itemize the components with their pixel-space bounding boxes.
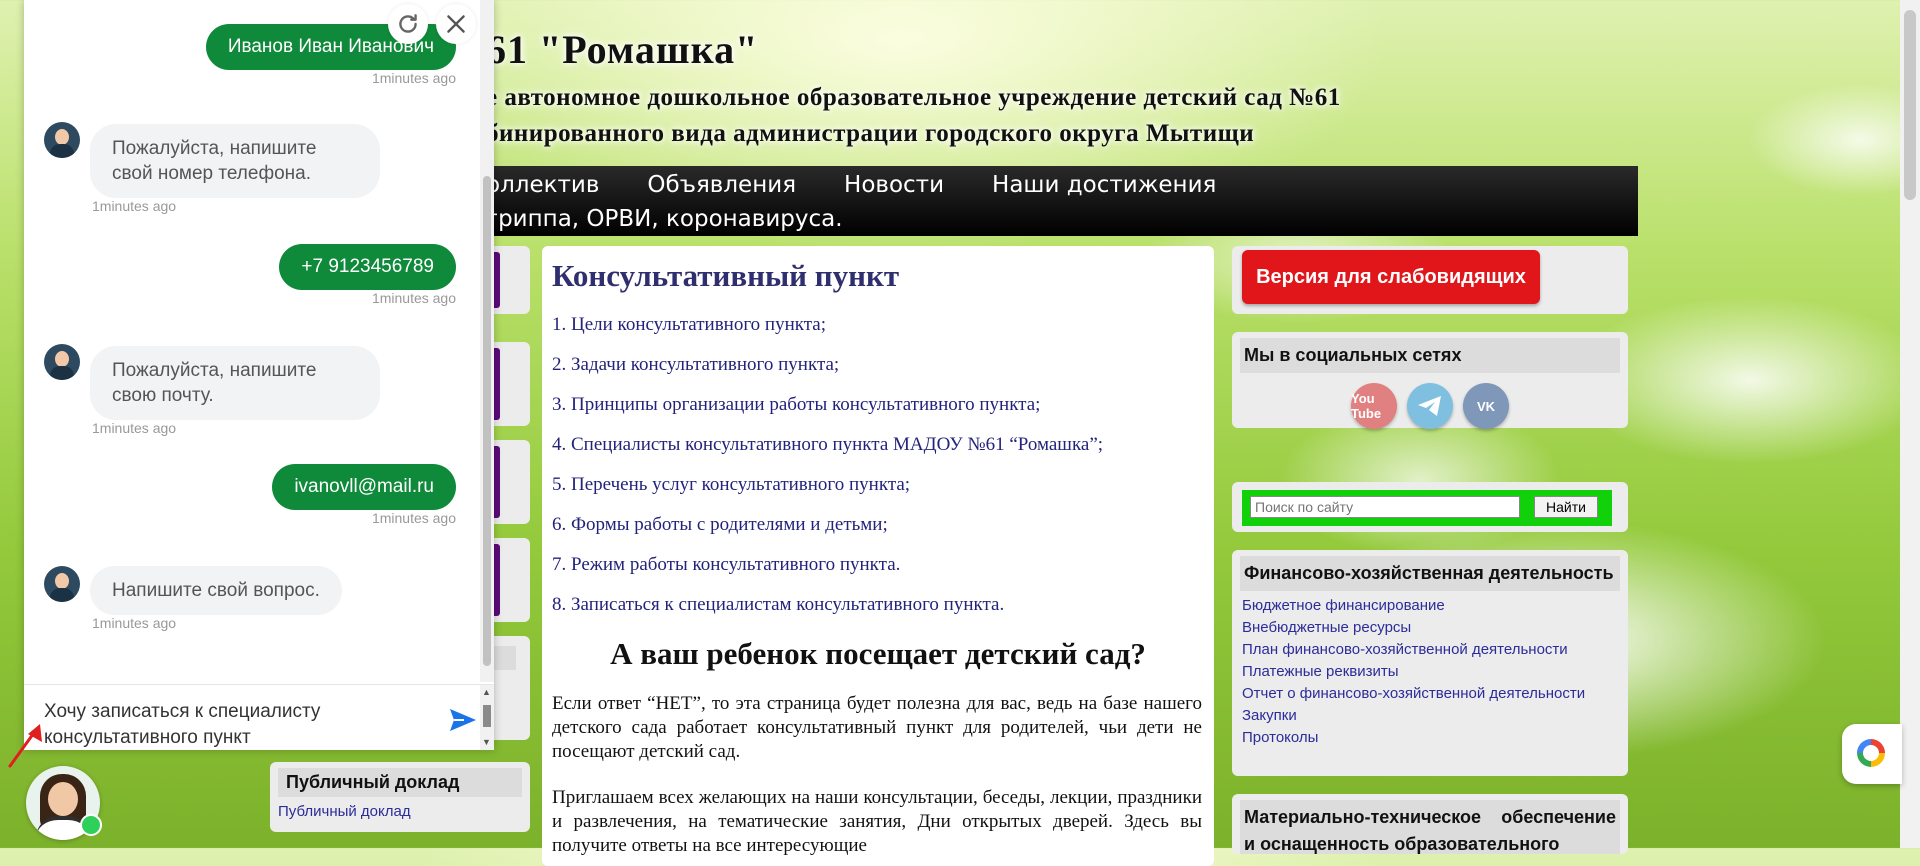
message-time: 1minutes ago [371, 70, 456, 86]
invite-paragraph: Приглашаем всех желающих на наши консуль… [552, 787, 1202, 856]
chat-scrollbar[interactable] [480, 0, 494, 682]
scroll-up-icon[interactable]: ▲ [482, 687, 491, 697]
site-subtitle-line1: е автономное дошкольное образовательное … [486, 84, 1341, 111]
finance-box: Финансово-хозяйственная деятельность Бюд… [1232, 550, 1628, 776]
vision-box: Версия для слабовидящих [1232, 246, 1628, 314]
chat-message: +7 9123456789 1minutes ago [279, 244, 456, 306]
chat-message: Пожалуйста, напишите свой номер телефона… [90, 124, 380, 214]
toc-item-specialists[interactable]: 4. Специалисты консультативного пункта М… [552, 434, 1103, 474]
toc-item-principles[interactable]: 3. Принципы организации работы консульта… [552, 394, 1103, 434]
nav-row: оллектив Объявления Новости Наши достиже… [486, 172, 1216, 198]
message-time: 1minutes ago [92, 420, 177, 436]
message-time: 1minutes ago [371, 290, 456, 306]
send-button[interactable] [448, 705, 478, 735]
composer-scrollbar-thumb[interactable] [483, 705, 491, 727]
section-subtitle: А ваш ребенок посещает детский сад? [610, 636, 1146, 671]
page-title: Консультативный пункт [552, 258, 900, 293]
main-nav: оллектив Объявления Новости Наши достиже… [486, 166, 1638, 236]
finance-link-report[interactable]: Отчет о финансово-хозяйственной деятельн… [1242, 685, 1628, 707]
site-search-input[interactable] [1250, 496, 1520, 518]
bot-avatar [44, 566, 80, 602]
site-subtitle: е автономное дошкольное образовательное … [486, 80, 1341, 152]
bot-avatar [44, 344, 80, 380]
chat-message-input[interactable]: Хочу записаться к специалисту консультат… [44, 699, 434, 750]
vk-icon[interactable]: VK [1463, 383, 1509, 429]
site-title: 61 "Ромашка" [486, 27, 759, 72]
toc-item-goals[interactable]: 1. Цели консультативного пункта; [552, 314, 1103, 354]
user-message-bubble: ivanovll@mail.ru [272, 464, 456, 510]
finance-link-extrabudget[interactable]: Внебюджетные ресурсы [1242, 619, 1628, 641]
search-box: Найти [1232, 482, 1628, 532]
public-report-header: Публичный доклад [278, 768, 522, 797]
finance-header: Финансово-хозяйственная деятельность [1240, 556, 1620, 591]
refresh-icon [399, 14, 417, 33]
toc-item-signup[interactable]: 8. Записаться к специалистам консультати… [552, 594, 1103, 634]
toc-item-services[interactable]: 5. Перечень услуг консультативного пункт… [552, 474, 1103, 514]
user-message-bubble: +7 9123456789 [279, 244, 456, 290]
telegram-icon[interactable] [1407, 383, 1453, 429]
chat-message: Пожалуйста, напишите свою почту. 1minute… [90, 346, 380, 436]
public-report-box: Публичный доклад Публичный доклад [270, 762, 530, 832]
message-time: 1minutes ago [92, 615, 177, 631]
chat-scrollbar-thumb[interactable] [483, 176, 491, 666]
bot-message-bubble: Пожалуйста, напишите свою почту. [90, 346, 380, 420]
finance-link-budget[interactable]: Бюджетное финансирование [1242, 597, 1628, 619]
composer-scrollbar[interactable]: ▲ ▼ [480, 685, 494, 750]
social-box: Мы в социальных сетях You Tube VK [1232, 332, 1628, 429]
chat-message: ivanovll@mail.ru 1minutes ago [272, 464, 456, 526]
social-icons: You Tube VK [1232, 373, 1628, 429]
online-status-icon [80, 814, 102, 836]
refresh-button[interactable] [388, 4, 428, 44]
toc-list: 1. Цели консультативного пункта; 2. Зада… [552, 314, 1103, 634]
assistant-badge[interactable] [1842, 724, 1902, 784]
nav-item-news[interactable]: Новости [844, 172, 944, 198]
page-scrollbar[interactable] [1900, 0, 1920, 848]
chat-message: Напишите свой вопрос. 1minutes ago [90, 566, 342, 631]
mt-header: Материально-техническое обеспечение и ос… [1240, 800, 1620, 854]
finance-link-protocols[interactable]: Протоколы [1242, 729, 1628, 751]
mt-box: Материально-техническое обеспечение и ос… [1232, 794, 1628, 854]
send-icon [450, 709, 476, 731]
close-chat-button[interactable] [436, 4, 476, 44]
google-icon [1857, 739, 1885, 767]
nav-item-announcements[interactable]: Объявления [647, 172, 796, 198]
youtube-icon[interactable]: You Tube [1351, 383, 1397, 429]
finance-link-requisites[interactable]: Платежные реквизиты [1242, 663, 1628, 685]
nav-item-achievements[interactable]: Наши достижения [992, 172, 1216, 198]
toc-item-schedule[interactable]: 7. Режим работы консультативного пункта. [552, 554, 1103, 594]
public-report-link[interactable]: Публичный доклад [270, 797, 530, 820]
chat-actions [388, 4, 476, 44]
finance-link-purchases[interactable]: Закупки [1242, 707, 1628, 729]
low-vision-button[interactable]: Версия для слабовидящих [1242, 250, 1540, 304]
finance-links: Бюджетное финансирование Внебюджетные ре… [1232, 591, 1628, 757]
page-scrollbar-thumb[interactable] [1904, 10, 1916, 200]
main-content: Консультативный пункт 1. Цели консультат… [542, 246, 1214, 866]
site-subtitle-line2: бинированного вида администрации городск… [486, 120, 1255, 147]
message-time: 1minutes ago [92, 198, 177, 214]
nav-item-flu[interactable]: гриппа, ОРВИ, коронавируса. [486, 206, 843, 232]
bot-message-bubble: Напишите свой вопрос. [90, 566, 342, 615]
chat-widget: Иванов Иван Иванович 1minutes ago Пожалу… [24, 0, 494, 750]
chat-composer: Хочу записаться к специалисту консультат… [24, 684, 494, 750]
bot-avatar [44, 122, 80, 158]
intro-paragraph: Если ответ “НЕТ”, то эта страница будет … [552, 693, 1202, 762]
message-time: 1minutes ago [371, 510, 456, 526]
close-icon [447, 15, 465, 33]
toc-item-tasks[interactable]: 2. Задачи консультативного пункта; [552, 354, 1103, 394]
social-header: Мы в социальных сетях [1240, 338, 1620, 373]
nav-item-collective[interactable]: оллектив [486, 172, 599, 198]
toc-item-forms[interactable]: 6. Формы работы с родителями и детьми; [552, 514, 1103, 554]
search-band: Найти [1242, 490, 1612, 526]
scroll-down-icon[interactable]: ▼ [482, 737, 491, 747]
red-arrow-icon [8, 724, 42, 768]
finance-link-plan[interactable]: План финансово-хозяйственной деятельност… [1242, 641, 1628, 663]
search-button[interactable]: Найти [1534, 496, 1598, 518]
bot-message-bubble: Пожалуйста, напишите свой номер телефона… [90, 124, 380, 198]
